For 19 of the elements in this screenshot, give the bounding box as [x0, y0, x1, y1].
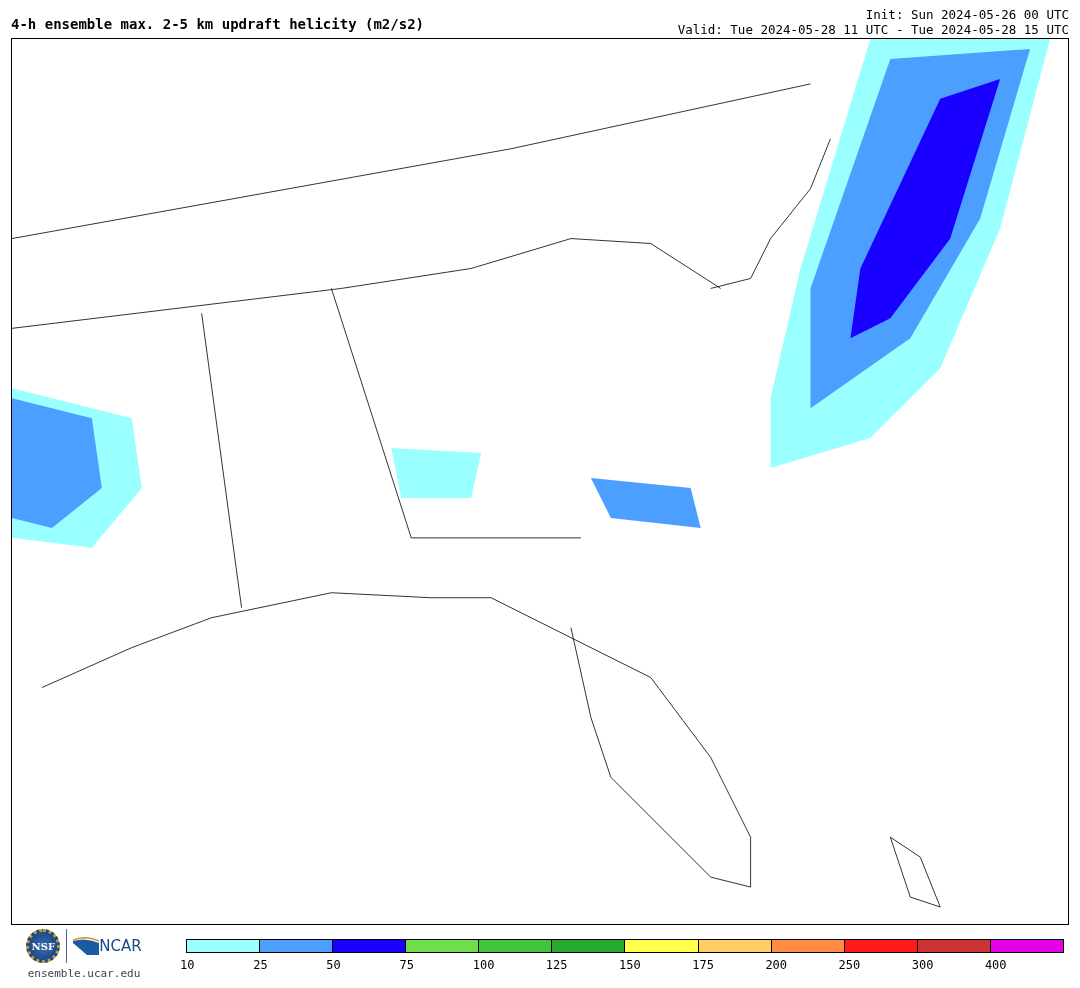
- tick-label: 10: [180, 958, 195, 972]
- tick-label: 75: [399, 958, 414, 972]
- tick-label: 125: [545, 958, 568, 972]
- chart-title: 4-h ensemble max. 2-5 km updraft helicity (m2/s2): [11, 16, 424, 32]
- tick-label: 400: [984, 958, 1007, 972]
- tick-label: 150: [619, 958, 641, 972]
- tick-label: 200: [765, 958, 788, 972]
- tick-label: 100: [472, 958, 495, 972]
- tick-label: 250: [838, 958, 861, 972]
- ncar-logo: NCAR: [99, 937, 142, 955]
- tick-label: 300: [911, 958, 934, 972]
- nsf-logo: NSF: [26, 929, 61, 963]
- tick-label: 25: [253, 958, 268, 972]
- swoosh-icon: [73, 937, 100, 955]
- tick-label: 175: [692, 958, 714, 972]
- valid-time: Valid: Tue 2024-05-28 11 UTC - Tue 2024-05-28 15 UTC: [677, 22, 1069, 37]
- site-url: ensemble.ucar.edu: [27, 967, 141, 980]
- init-time: Init: Sun 2024-05-26 00 UTC: [865, 7, 1069, 22]
- tick-label: 50: [326, 958, 341, 972]
